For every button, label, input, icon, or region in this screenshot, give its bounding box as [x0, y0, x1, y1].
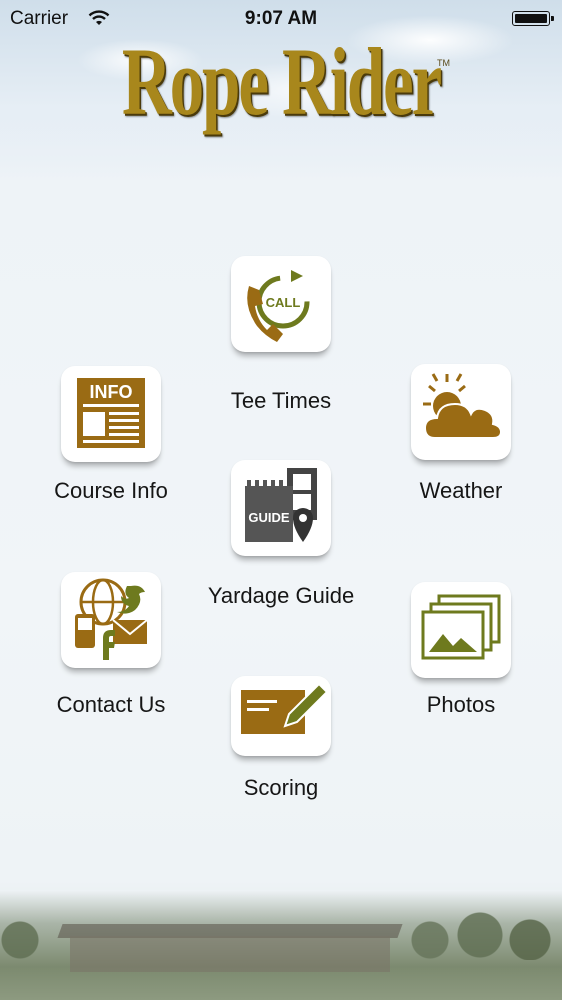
photos-badge	[411, 582, 511, 678]
info-newspaper-icon: INFO	[77, 378, 145, 448]
guide-text: GUIDE	[248, 510, 290, 525]
yardage-guide-badge: GUIDE	[231, 460, 331, 556]
scoring-badge	[231, 676, 331, 756]
battery-icon	[512, 11, 554, 26]
status-time: 9:07 AM	[244, 8, 318, 29]
weather-badge	[411, 364, 511, 460]
contact-us-badge	[61, 572, 161, 668]
trademark-mark: TM	[437, 58, 450, 68]
guide-map-icon: GUIDE	[245, 468, 317, 542]
scoring-label: Scoring	[243, 775, 319, 800]
tee-times-badge: CALL	[231, 256, 331, 352]
scorecard-pencil-icon	[241, 682, 329, 734]
scoring-tile[interactable]: Scoring	[171, 670, 391, 805]
partly-cloudy-icon	[423, 373, 503, 439]
app-logo: Rope Rider	[121, 28, 442, 135]
call-text: CALL	[266, 295, 301, 310]
clubhouse-footer-image	[0, 890, 562, 1000]
info-text: INFO	[90, 382, 133, 402]
course-info-badge: INFO	[61, 366, 161, 462]
contact-icons-icon	[75, 578, 148, 660]
footer-lodge	[70, 936, 390, 972]
phone-call-icon: CALL	[247, 270, 310, 342]
photo-stack-icon	[421, 594, 501, 660]
